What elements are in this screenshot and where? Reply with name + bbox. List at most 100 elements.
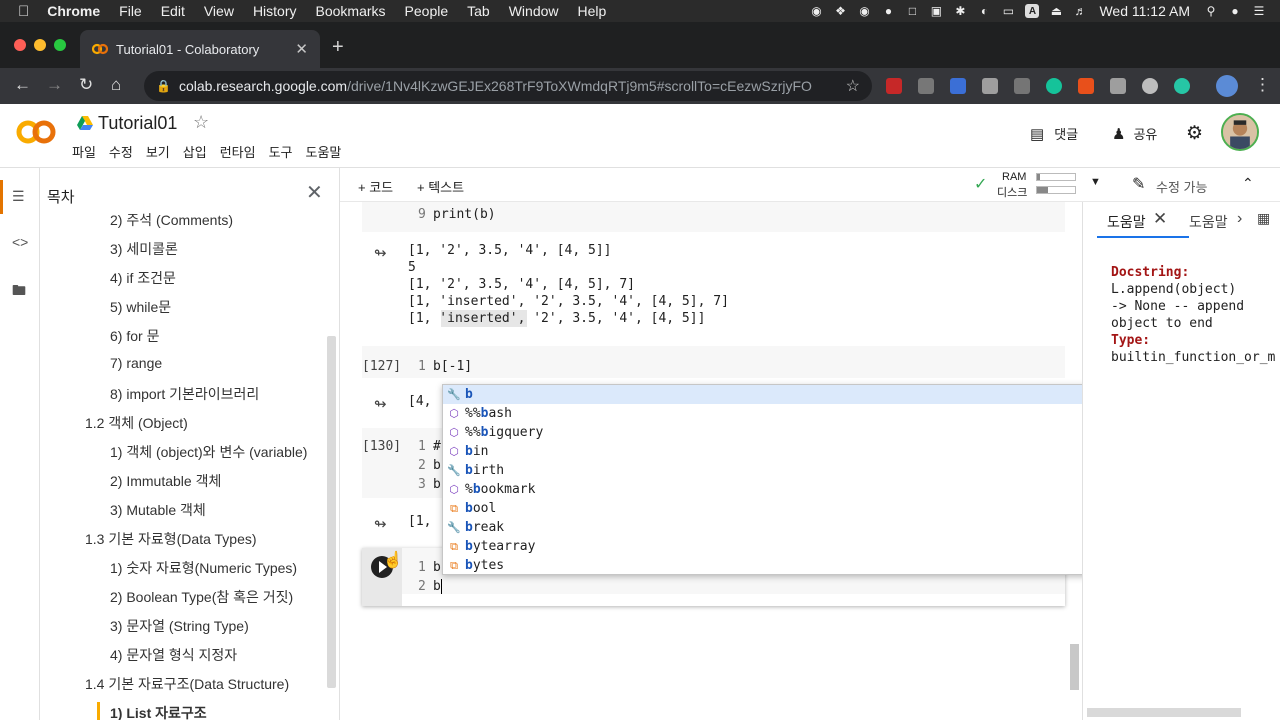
eject-icon[interactable]: ⏏ — [1049, 4, 1063, 18]
extension-9-icon[interactable] — [1142, 78, 1158, 94]
user-icon[interactable]: ● — [1228, 4, 1242, 18]
extension-3-icon[interactable] — [950, 78, 966, 94]
extension-8-icon[interactable] — [1110, 78, 1126, 94]
menu-history[interactable]: History — [253, 3, 297, 19]
toc-item[interactable]: 4) if 조건문 — [110, 268, 176, 288]
notebook-title[interactable]: Tutorial01 — [98, 113, 177, 134]
toc-item[interactable]: 3) 세미콜론 — [110, 239, 178, 259]
forward-icon[interactable]: → — [46, 75, 63, 95]
add-code-button[interactable]: + 코드 — [358, 177, 393, 196]
toc-item[interactable]: 1) 숫자 자료형(Numeric Types) — [110, 558, 297, 578]
apple-icon[interactable]:  — [18, 3, 29, 20]
lock-icon[interactable]: ▣ — [929, 4, 943, 18]
runtime-dropdown-icon[interactable]: ▼ — [1090, 176, 1101, 188]
dropbox-icon[interactable]: ❖ — [833, 4, 847, 18]
menu-file[interactable]: File — [119, 3, 142, 19]
toc-item[interactable]: 2) Boolean Type(참 혹은 거짓) — [110, 587, 293, 607]
extension-1-icon[interactable] — [886, 78, 902, 94]
extension-7-icon[interactable] — [1078, 78, 1094, 94]
close-icon[interactable]: ✕ — [306, 180, 323, 205]
toc-scrollbar[interactable] — [327, 336, 336, 688]
back-icon[interactable]: ← — [14, 75, 31, 95]
code-line[interactable]: print(b) — [433, 207, 496, 222]
toc-icon[interactable]: ☰ — [12, 188, 25, 205]
browser-tab[interactable]: Tutorial01 - Colaboratory ✕ — [80, 30, 320, 68]
code-line[interactable]: b — [433, 579, 441, 594]
add-text-button[interactable]: + 텍스트 — [417, 177, 464, 196]
toc-item[interactable]: 3) 문자열 (String Type) — [110, 616, 249, 636]
menu-runtime-kr[interactable]: 런타임 — [220, 142, 256, 161]
chrome-menu-icon[interactable]: ⋮ — [1254, 75, 1271, 95]
code-snippets-icon[interactable]: <> — [12, 234, 28, 250]
menu-app-chrome[interactable]: Chrome — [47, 3, 100, 19]
volume-icon[interactable]: ♬ — [1073, 4, 1087, 18]
code-line[interactable]: b[-1] — [433, 359, 472, 374]
code-line[interactable]: b — [433, 458, 441, 473]
output-arrow-icon[interactable]: ↬ — [374, 395, 387, 413]
home-icon[interactable]: ⌂ — [111, 75, 121, 95]
toc-item[interactable]: 5) while문 — [110, 297, 171, 317]
toc-item[interactable]: 7) range — [110, 355, 162, 371]
airplay-icon[interactable]: ▭ — [1001, 4, 1015, 18]
toc-item[interactable]: 1.4 기본 자료구조(Data Structure) — [85, 674, 289, 694]
lock-icon[interactable]: 🔒 — [156, 79, 171, 93]
edit-mode-label[interactable]: 수정 가능 — [1156, 177, 1207, 196]
profile-avatar-icon[interactable] — [1216, 75, 1238, 97]
close-window-icon[interactable] — [14, 39, 26, 51]
new-tab-icon[interactable]: + — [332, 36, 344, 59]
bookmark-star-icon[interactable]: ☆ — [846, 76, 860, 96]
extension-4-icon[interactable] — [982, 78, 998, 94]
toc-item[interactable]: 3) Mutable 객체 — [110, 500, 206, 520]
toc-item[interactable]: 1.3 기본 자료형(Data Types) — [85, 529, 257, 549]
zoom-window-icon[interactable] — [54, 39, 66, 51]
input-source-icon[interactable]: A — [1025, 4, 1040, 18]
colab-logo-icon[interactable] — [15, 118, 57, 146]
toc-item[interactable]: 4) 문자열 형식 지정자 — [110, 645, 237, 665]
main-scrollbar[interactable] — [1070, 644, 1079, 690]
address-bar[interactable]: 🔒 colab.research.google.com/drive/1Nv4lK… — [144, 71, 872, 101]
toc-item[interactable]: 2) Immutable 객체 — [110, 471, 221, 491]
toc-item-active[interactable]: 1) List 자료구조 — [110, 703, 207, 720]
code-cell[interactable]: [127] 1 b[-1] — [362, 346, 1065, 378]
code-cell[interactable]: 9 print(b) — [362, 202, 1065, 232]
extension-10-icon[interactable] — [1174, 78, 1190, 94]
menu-window[interactable]: Window — [509, 3, 559, 19]
dropbox-extension-icon[interactable] — [918, 78, 934, 94]
menu-file-kr[interactable]: 파일 — [72, 142, 96, 161]
menu-help[interactable]: Help — [578, 3, 607, 19]
reload-icon[interactable]: ↻ — [79, 75, 93, 95]
settings-gear-icon[interactable]: ⚙ — [1186, 122, 1203, 145]
avatar[interactable] — [1221, 113, 1259, 151]
menu-edit[interactable]: Edit — [161, 3, 185, 19]
collapse-chevron-icon[interactable]: ⌃ — [1242, 175, 1254, 192]
menu-tab[interactable]: Tab — [467, 3, 490, 19]
menu-tools-kr[interactable]: 도구 — [269, 142, 293, 161]
toc-item[interactable]: 6) for 문 — [110, 326, 159, 346]
star-icon[interactable]: ☆ — [193, 112, 209, 133]
clipboard-icon[interactable]: □ — [905, 4, 919, 18]
menu-view[interactable]: View — [204, 3, 234, 19]
code-line[interactable]: # — [433, 439, 441, 454]
folder-icon[interactable]: 🖿 — [12, 280, 26, 304]
output-arrow-icon[interactable]: ↬ — [374, 244, 387, 262]
columns-icon[interactable]: ▦ — [1257, 210, 1270, 227]
close-icon[interactable]: ✕ — [1153, 209, 1167, 229]
close-tab-icon[interactable]: ✕ — [295, 40, 308, 58]
bluetooth-icon[interactable]: ✱ — [953, 4, 967, 18]
menu-help-kr[interactable]: 도움말 — [306, 142, 342, 161]
menu-view-kr[interactable]: 보기 — [146, 142, 170, 161]
sync-icon[interactable]: ◉ — [857, 4, 871, 18]
stop-record-icon[interactable]: ◉ — [809, 4, 823, 18]
minimize-window-icon[interactable] — [34, 39, 46, 51]
menu-people[interactable]: People — [405, 3, 449, 19]
toc-item[interactable]: 1) 객체 (object)와 변수 (variable) — [110, 442, 307, 462]
grammarly-icon[interactable] — [1046, 78, 1062, 94]
wifi-icon[interactable]: ◐ — [977, 4, 991, 18]
notification-icon[interactable]: ● — [881, 4, 895, 18]
help-hscrollbar[interactable] — [1087, 708, 1241, 717]
help-tab-2[interactable]: 도움말 — [1189, 212, 1228, 232]
toc-item[interactable]: 1.2 객체 (Object) — [85, 413, 188, 433]
code-line[interactable]: b — [433, 560, 441, 575]
menu-edit-kr[interactable]: 수정 — [109, 142, 133, 161]
menu-insert-kr[interactable]: 삽입 — [183, 142, 207, 161]
